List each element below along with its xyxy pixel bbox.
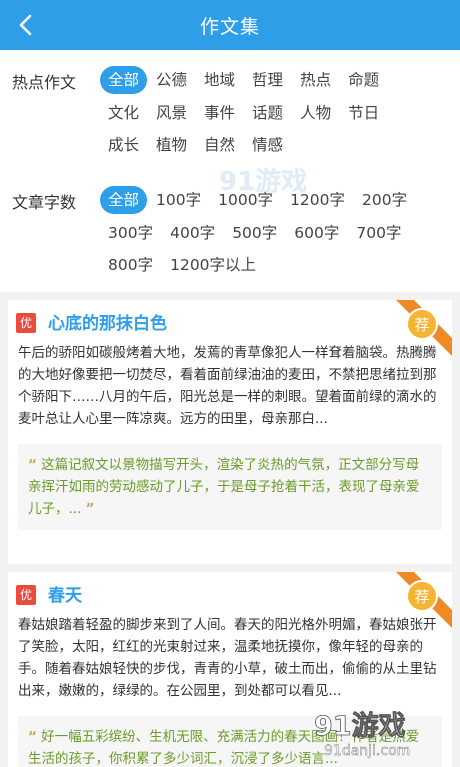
hot-chip[interactable]: 风景 [148, 99, 195, 127]
open-quote-icon: “ [28, 457, 37, 473]
excellent-badge: 优 [16, 313, 36, 333]
watermark-site: 91danji.com [324, 743, 410, 759]
words-chip[interactable]: 100字 [148, 186, 209, 214]
article-excerpt: 春姑娘踏着轻盈的脚步来到了人间。春天的阳光格外明媚，春姑娘张开了笑脸，太阳，红红… [18, 617, 437, 699]
hot-chip[interactable]: 全部 [100, 66, 148, 94]
watermark-brand: 91游戏 [314, 711, 406, 742]
words-chip[interactable]: 400字 [162, 219, 223, 247]
hot-chip[interactable]: 文化 [100, 99, 147, 127]
hot-chip[interactable]: 公德 [148, 66, 195, 94]
words-filter-chips: 全部 100字 1000字 1200字 200字 300字 400字 500字 … [100, 186, 430, 284]
words-chip[interactable]: 全部 [100, 186, 148, 214]
recommend-label: 荐 [414, 316, 429, 334]
recommend-label: 荐 [414, 588, 429, 606]
watermark-logo-icon: 91游戏 91danji.com [314, 711, 411, 760]
hot-chip[interactable]: 成长 [100, 131, 147, 159]
app-header: 作文集 [0, 0, 460, 50]
article-title[interactable]: 春天 [48, 581, 82, 606]
article-comment: “ 这篇记叙文以景物描写开头，渲染了炎热的气氛，正文部分写母亲挥汗如雨的劳动感动… [18, 444, 442, 530]
watermark-logo-icon: 91游戏 [219, 167, 307, 197]
words-chip[interactable]: 800字 [100, 251, 161, 279]
hot-chip[interactable]: 情感 [244, 131, 291, 159]
words-chip[interactable]: 300字 [100, 219, 161, 247]
hot-filter-label: 热点作文 [12, 73, 77, 92]
words-filter-label: 文章字数 [12, 193, 77, 212]
article-card[interactable]: 优 心底的那抹白色 荐 午后的骄阳如碳般烤着大地，发蔫的青草像犯人一样耷着脑袋。… [8, 300, 452, 564]
watermark-mid-text: 91游戏 [219, 167, 307, 197]
words-chip[interactable]: 500字 [224, 219, 285, 247]
back-button[interactable] [14, 12, 40, 38]
hot-chip[interactable]: 人物 [292, 99, 339, 127]
words-chip[interactable]: 600字 [286, 219, 347, 247]
hot-chip[interactable]: 话题 [244, 99, 291, 127]
recommend-ribbon-icon: 荐 [396, 572, 452, 628]
hot-chip[interactable]: 地域 [196, 66, 243, 94]
article-excerpt: 午后的骄阳如碳般烤着大地，发蔫的青草像犯人一样耷着脑袋。热腾腾的大地好像要把一切… [18, 345, 437, 427]
article-header: 优 心底的那抹白色 荐 [8, 300, 452, 356]
filter-panel: 热点作文 全部 公德 地域 哲理 热点 命题 文化 风景 事件 话题 人物 节日… [0, 50, 460, 292]
words-chip[interactable]: 1200字以上 [162, 251, 264, 279]
hot-chip[interactable]: 命题 [340, 66, 387, 94]
article-header: 优 春天 荐 [8, 572, 452, 628]
open-quote-icon: “ [28, 729, 37, 745]
hot-chip[interactable]: 自然 [196, 131, 243, 159]
recommend-ribbon-icon: 荐 [396, 300, 452, 356]
hot-chip[interactable]: 哲理 [244, 66, 291, 94]
chevron-left-icon [19, 14, 32, 36]
article-title[interactable]: 心底的那抹白色 [48, 309, 167, 334]
hot-chip[interactable]: 事件 [196, 99, 243, 127]
words-chip[interactable]: 200字 [354, 186, 415, 214]
hot-chip[interactable]: 节日 [340, 99, 387, 127]
hot-chip[interactable]: 热点 [292, 66, 339, 94]
words-chip[interactable]: 700字 [348, 219, 409, 247]
hot-filter-chips: 全部 公德 地域 哲理 热点 命题 文化 风景 事件 话题 人物 节日 成长 植… [100, 66, 430, 164]
page-title: 作文集 [199, 15, 260, 38]
close-quote-icon: ” [85, 501, 95, 517]
hot-chip[interactable]: 植物 [148, 131, 195, 159]
excellent-badge: 优 [16, 585, 36, 605]
